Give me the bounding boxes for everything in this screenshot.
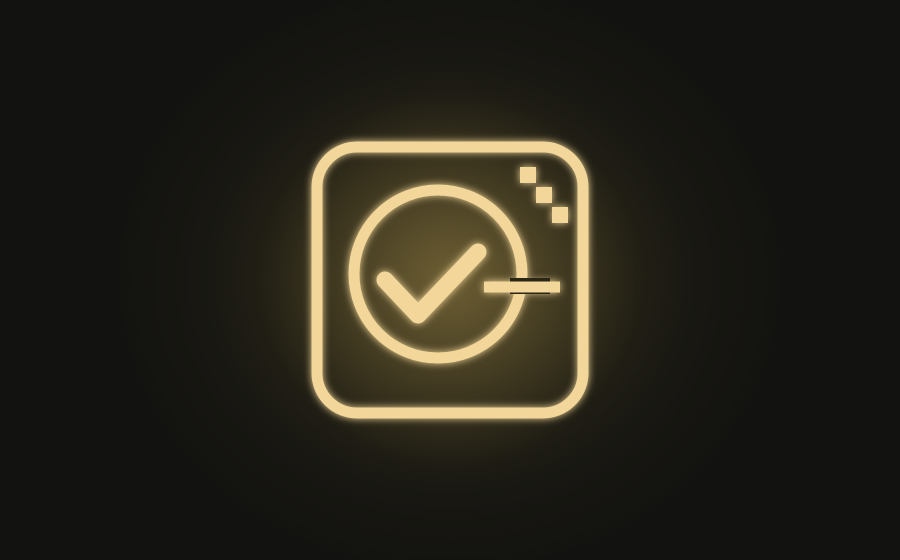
icon-showcase-background bbox=[0, 0, 900, 560]
check-mark-icon bbox=[376, 243, 487, 324]
task-complete-app-icon bbox=[311, 141, 589, 419]
app-icon-container bbox=[300, 130, 600, 430]
pixel-square-icon bbox=[520, 167, 536, 183]
pixel-square-icon bbox=[552, 207, 568, 223]
pixel-square-icon bbox=[536, 187, 552, 203]
